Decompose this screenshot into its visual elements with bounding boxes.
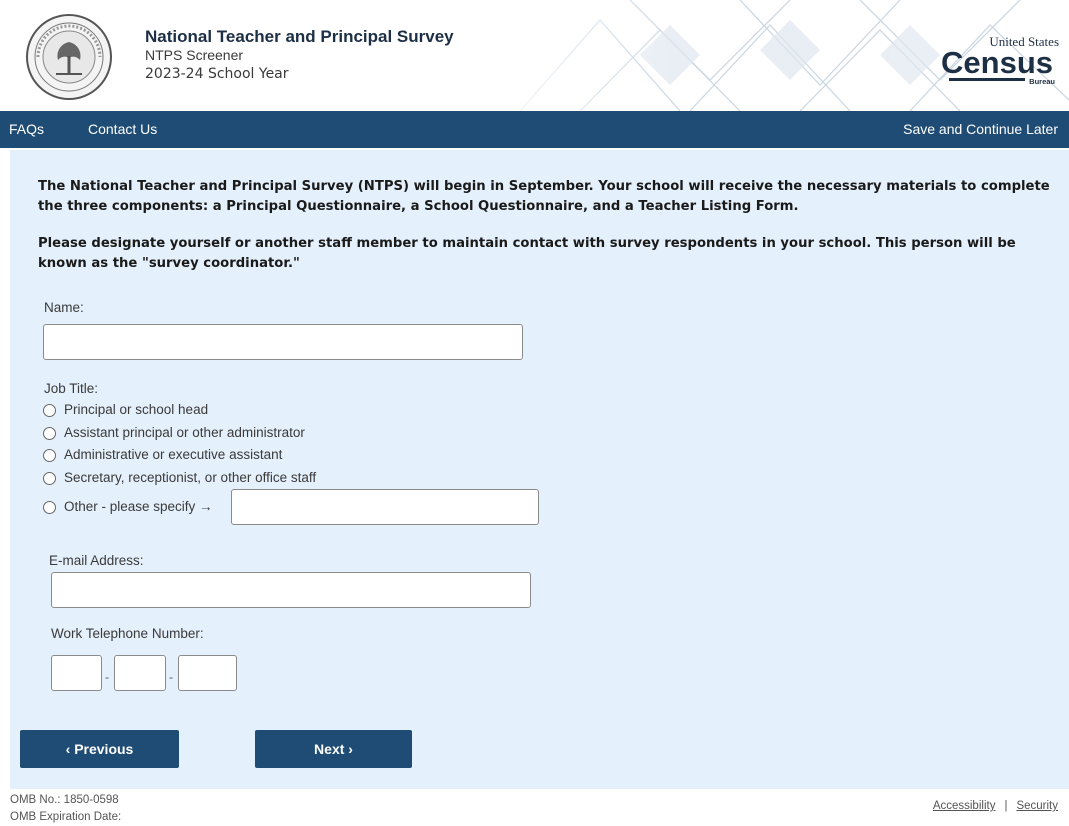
footer-separator: | — [1004, 800, 1008, 812]
job-option-label: Principal or school head — [64, 402, 209, 417]
nav-contact-us-link[interactable]: Contact Us — [88, 121, 157, 138]
omb-info: OMB No.: 1850-0598 OMB Expiration Date: — [10, 792, 121, 826]
census-bureau-logo-icon: United States Census Bureau — [941, 34, 1059, 86]
school-year: 2023-24 School Year — [145, 66, 289, 82]
department-of-education-seal-icon — [26, 14, 112, 100]
omb-number: OMB No.: 1850-0598 — [10, 794, 119, 806]
job-option-administrative-assistant[interactable]: Administrative or executive assistant — [43, 446, 282, 464]
radio-button[interactable] — [43, 448, 56, 462]
survey-title-block: National Teacher and Principal Survey NT… — [145, 27, 454, 84]
name-label: Name: — [44, 300, 84, 315]
survey-subtitle: NTPS Screener — [145, 47, 244, 63]
radio-button[interactable] — [43, 471, 56, 485]
top-navigation-bar: FAQs Contact Us Save and Continue Later — [0, 111, 1069, 148]
phone-separator: - — [105, 670, 109, 684]
job-option-assistant-principal[interactable]: Assistant principal or other administrat… — [43, 424, 305, 442]
coordinator-instructions: Please designate yourself or another sta… — [38, 236, 1016, 271]
job-option-principal[interactable]: Principal or school head — [43, 401, 208, 419]
radio-button[interactable] — [43, 403, 56, 417]
work-telephone-label: Work Telephone Number: — [51, 626, 204, 641]
job-option-label: Assistant principal or other administrat… — [64, 425, 305, 440]
other-specify-input[interactable] — [231, 489, 539, 525]
page-header: National Teacher and Principal Survey NT… — [0, 0, 1069, 111]
logo-bottom-text: Bureau — [1029, 77, 1055, 86]
radio-button[interactable] — [43, 426, 56, 440]
job-option-label: Administrative or executive assistant — [64, 447, 283, 462]
job-title-label: Job Title: — [44, 381, 99, 396]
nav-faqs-link[interactable]: FAQs — [9, 121, 44, 138]
logo-main-text: Census — [941, 45, 1053, 80]
intro-paragraph: The National Teacher and Principal Surve… — [38, 179, 1050, 214]
phone-line-input[interactable] — [178, 655, 237, 691]
omb-expiration-date: OMB Expiration Date: — [10, 811, 122, 823]
email-input[interactable] — [51, 572, 531, 608]
next-button[interactable]: Next › — [255, 730, 412, 768]
security-link[interactable]: Security — [1016, 800, 1058, 812]
accessibility-link[interactable]: Accessibility — [933, 800, 996, 812]
job-option-secretary[interactable]: Secretary, receptionist, or other office… — [43, 469, 316, 487]
survey-title: National Teacher and Principal Survey — [145, 27, 454, 46]
phone-area-code-input[interactable] — [51, 655, 102, 691]
save-and-continue-later-link[interactable]: Save and Continue Later — [903, 121, 1058, 138]
previous-button[interactable]: ‹ Previous — [20, 730, 179, 768]
job-option-label: Other - please specify → — [64, 499, 213, 514]
phone-prefix-input[interactable] — [114, 655, 166, 691]
phone-separator: - — [169, 670, 173, 684]
radio-button[interactable] — [43, 500, 56, 514]
job-option-label: Secretary, receptionist, or other office… — [64, 470, 317, 485]
email-label: E-mail Address: — [49, 553, 144, 568]
job-option-other[interactable]: Other - please specify → — [43, 498, 213, 516]
footer-links: Accessibility | Security — [933, 800, 1058, 812]
survey-form-panel: The National Teacher and Principal Surve… — [10, 150, 1069, 789]
name-input[interactable] — [43, 324, 523, 360]
